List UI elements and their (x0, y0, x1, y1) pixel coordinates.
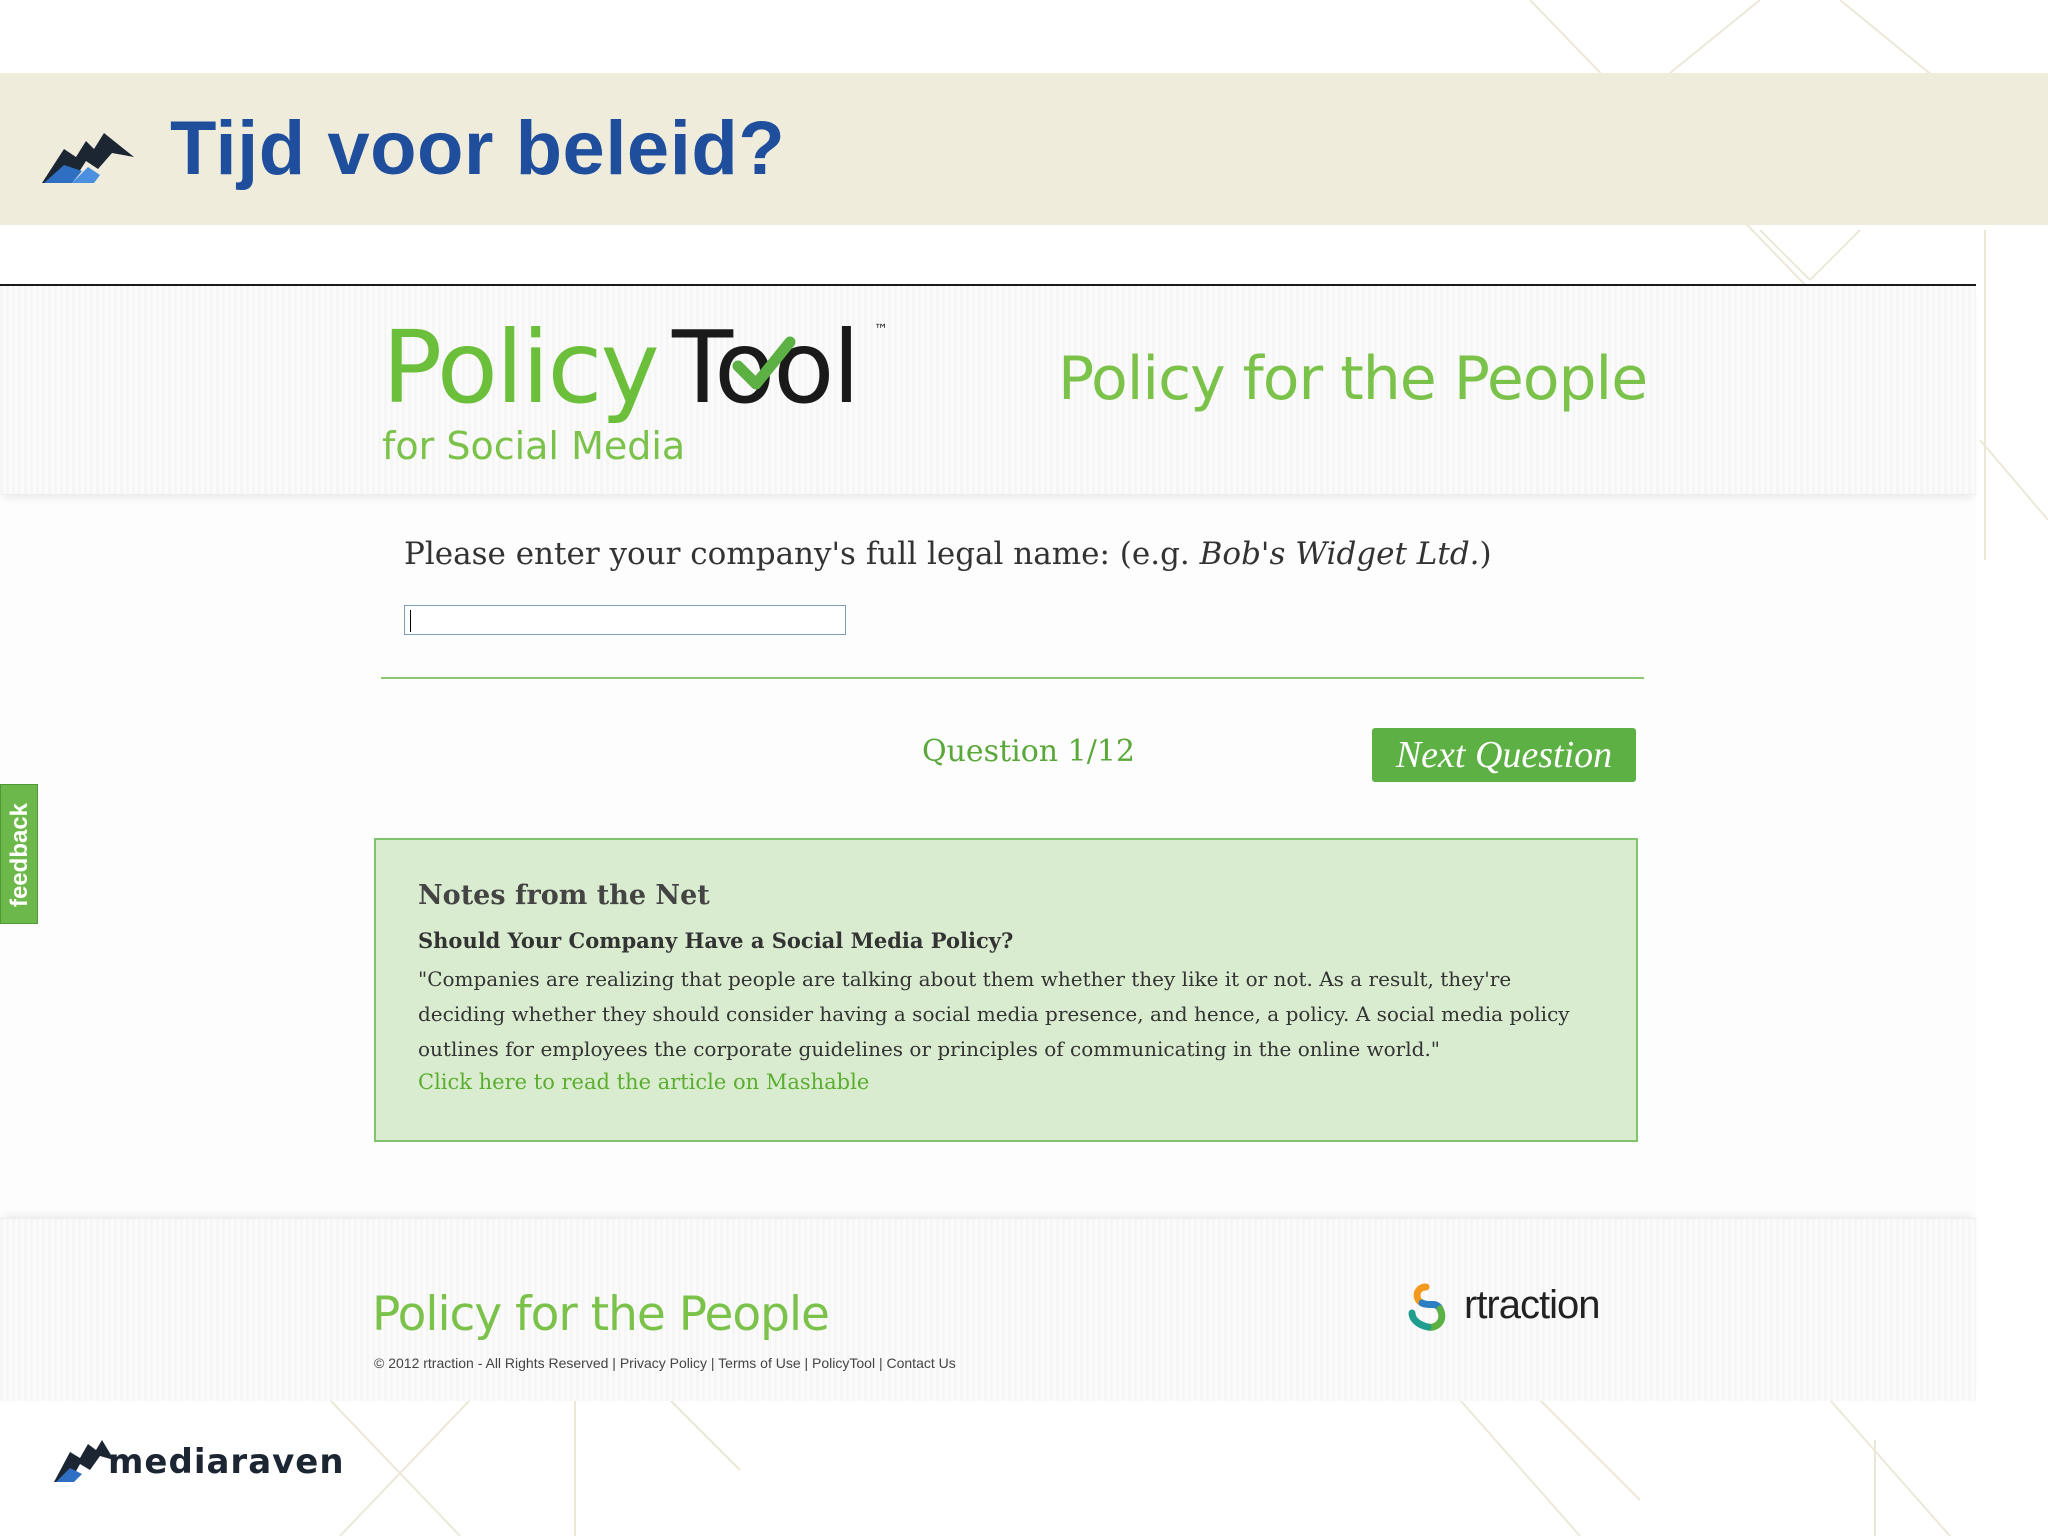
question-label-prefix: Please enter your company's full legal n… (404, 536, 1200, 572)
rtraction-logo-icon (1408, 1283, 1446, 1331)
question-counter: Question 1/12 (922, 734, 1136, 769)
raven-small-icon (54, 1440, 114, 1482)
footer-link-terms-of-use[interactable]: Terms of Use (718, 1355, 800, 1371)
feedback-tab[interactable]: feedback (0, 784, 38, 924)
policytool-page: Policy Tool ™ for Social Media Policy fo… (0, 284, 1976, 1401)
footer-link-policytool[interactable]: PolicyTool (812, 1355, 875, 1371)
notes-title: Notes from the Net (418, 880, 710, 911)
site-footer: Policy for the People © 2012 rtraction -… (0, 1218, 1976, 1401)
company-name-input[interactable] (404, 605, 846, 635)
raven-logo-icon (42, 133, 134, 183)
copyright-text: © 2012 rtraction - All Rights Reserved (374, 1355, 609, 1371)
question-label-suffix: ) (1479, 536, 1492, 572)
question-label: Please enter your company's full legal n… (404, 536, 1492, 572)
mashable-article-link[interactable]: Click here to read the article on Mashab… (418, 1070, 869, 1094)
slide-title-band: Tijd voor beleid? (0, 73, 2048, 225)
footer-separator: | (800, 1355, 813, 1371)
footer-links: © 2012 rtraction - All Rights Reserved |… (374, 1355, 956, 1371)
footer-separator: | (706, 1355, 719, 1371)
footer-link-contact-us[interactable]: Contact Us (887, 1355, 956, 1371)
slide-title: Tijd voor beleid? (170, 106, 786, 191)
notes-panel: Notes from the Net Should Your Company H… (374, 838, 1638, 1142)
notes-body: "Companies are realizing that people are… (418, 967, 1570, 1061)
notes-subtitle: Should Your Company Have a Social Media … (418, 928, 1014, 953)
footer-separator: | (608, 1355, 620, 1371)
logo-subtitle: for Social Media (382, 424, 686, 468)
logo-word-policy: Policy (382, 309, 660, 426)
footer-link-privacy-policy[interactable]: Privacy Policy (620, 1355, 707, 1371)
divider (381, 677, 1644, 679)
mediaraven-wordmark: mediaraven (108, 1442, 345, 1482)
mediaraven-logo: mediaraven (54, 1430, 344, 1487)
text-cursor (410, 610, 411, 632)
site-header: Policy Tool ™ for Social Media Policy fo… (0, 286, 1976, 495)
feedback-tab-label: feedback (6, 802, 33, 908)
question-label-example: Bob's Widget Ltd. (1199, 536, 1480, 572)
header-tagline: Policy for the People (1058, 344, 1648, 414)
footer-tagline: Policy for the People (372, 1287, 830, 1342)
next-question-button[interactable]: Next Question (1372, 728, 1636, 782)
logo-trademark: ™ (874, 322, 888, 338)
footer-separator: | (875, 1355, 887, 1371)
rtraction-wordmark: rtraction (1464, 1283, 1600, 1327)
rtraction-logo[interactable]: rtraction (1406, 1283, 1600, 1333)
checkmark-icon (732, 336, 796, 390)
